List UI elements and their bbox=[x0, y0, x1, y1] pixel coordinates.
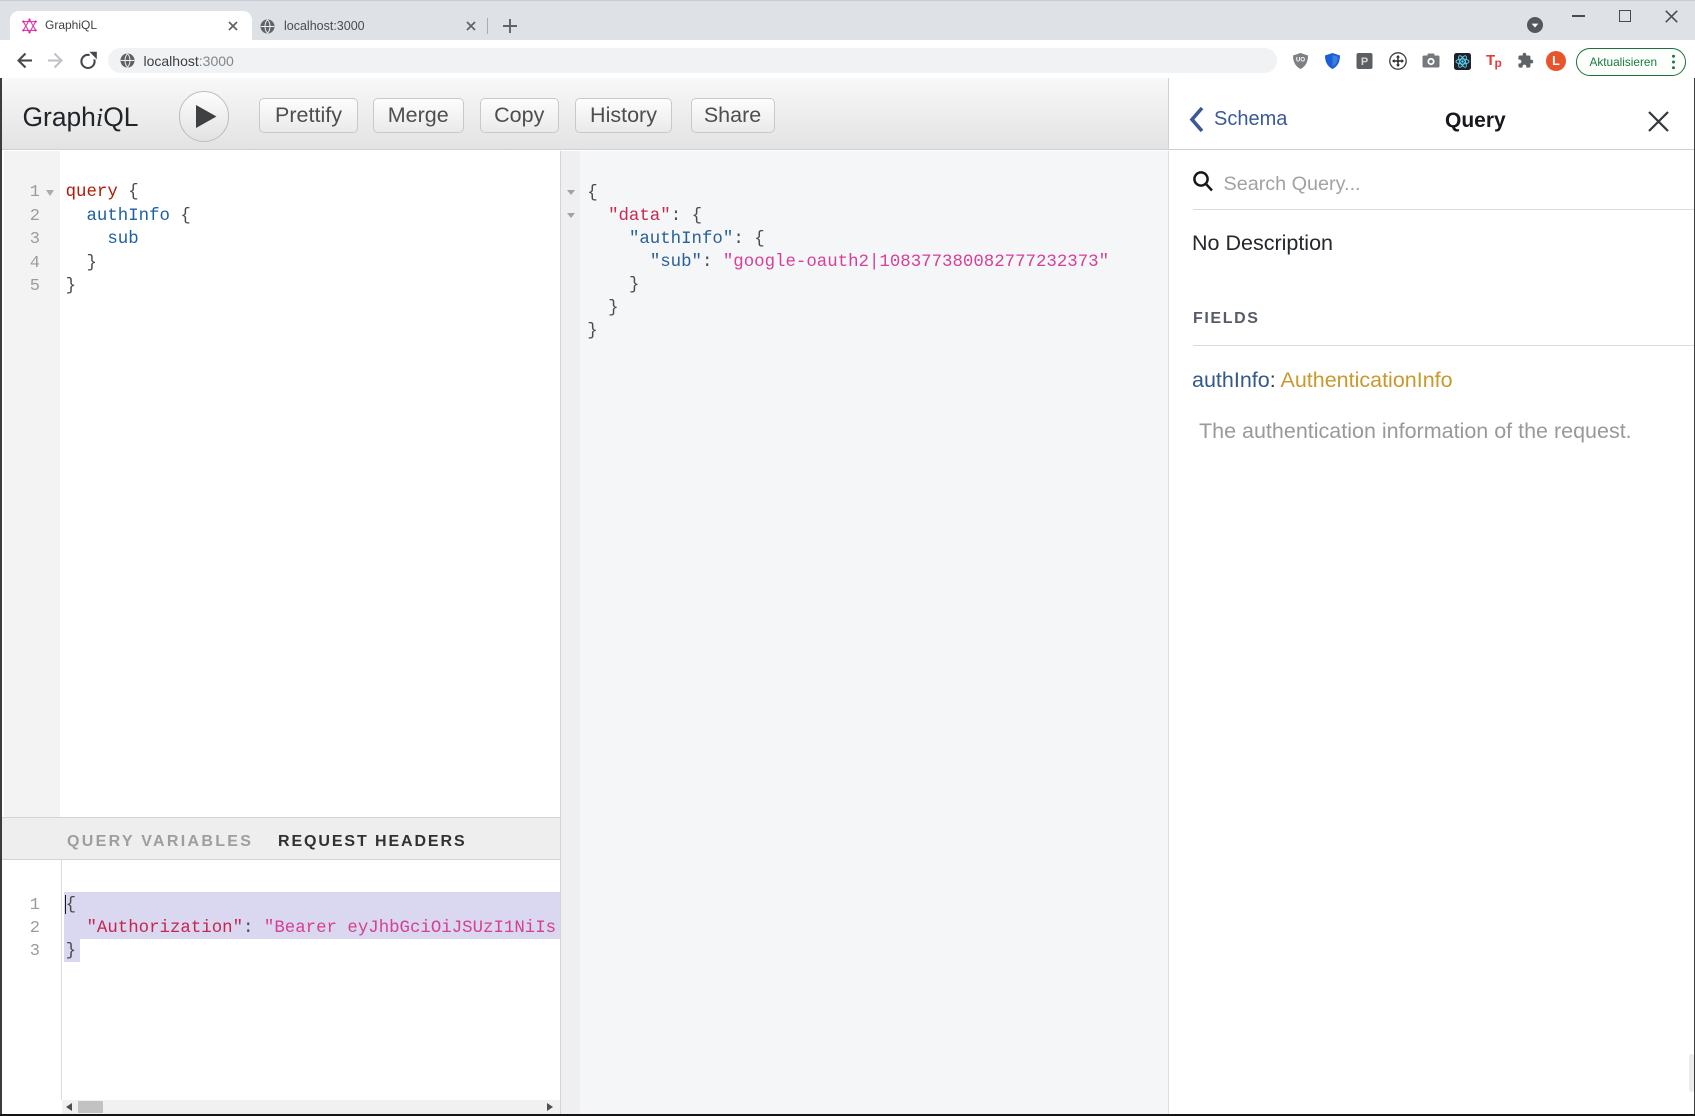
svg-text:P: P bbox=[1361, 56, 1368, 68]
svg-text:UO: UO bbox=[1296, 58, 1305, 64]
